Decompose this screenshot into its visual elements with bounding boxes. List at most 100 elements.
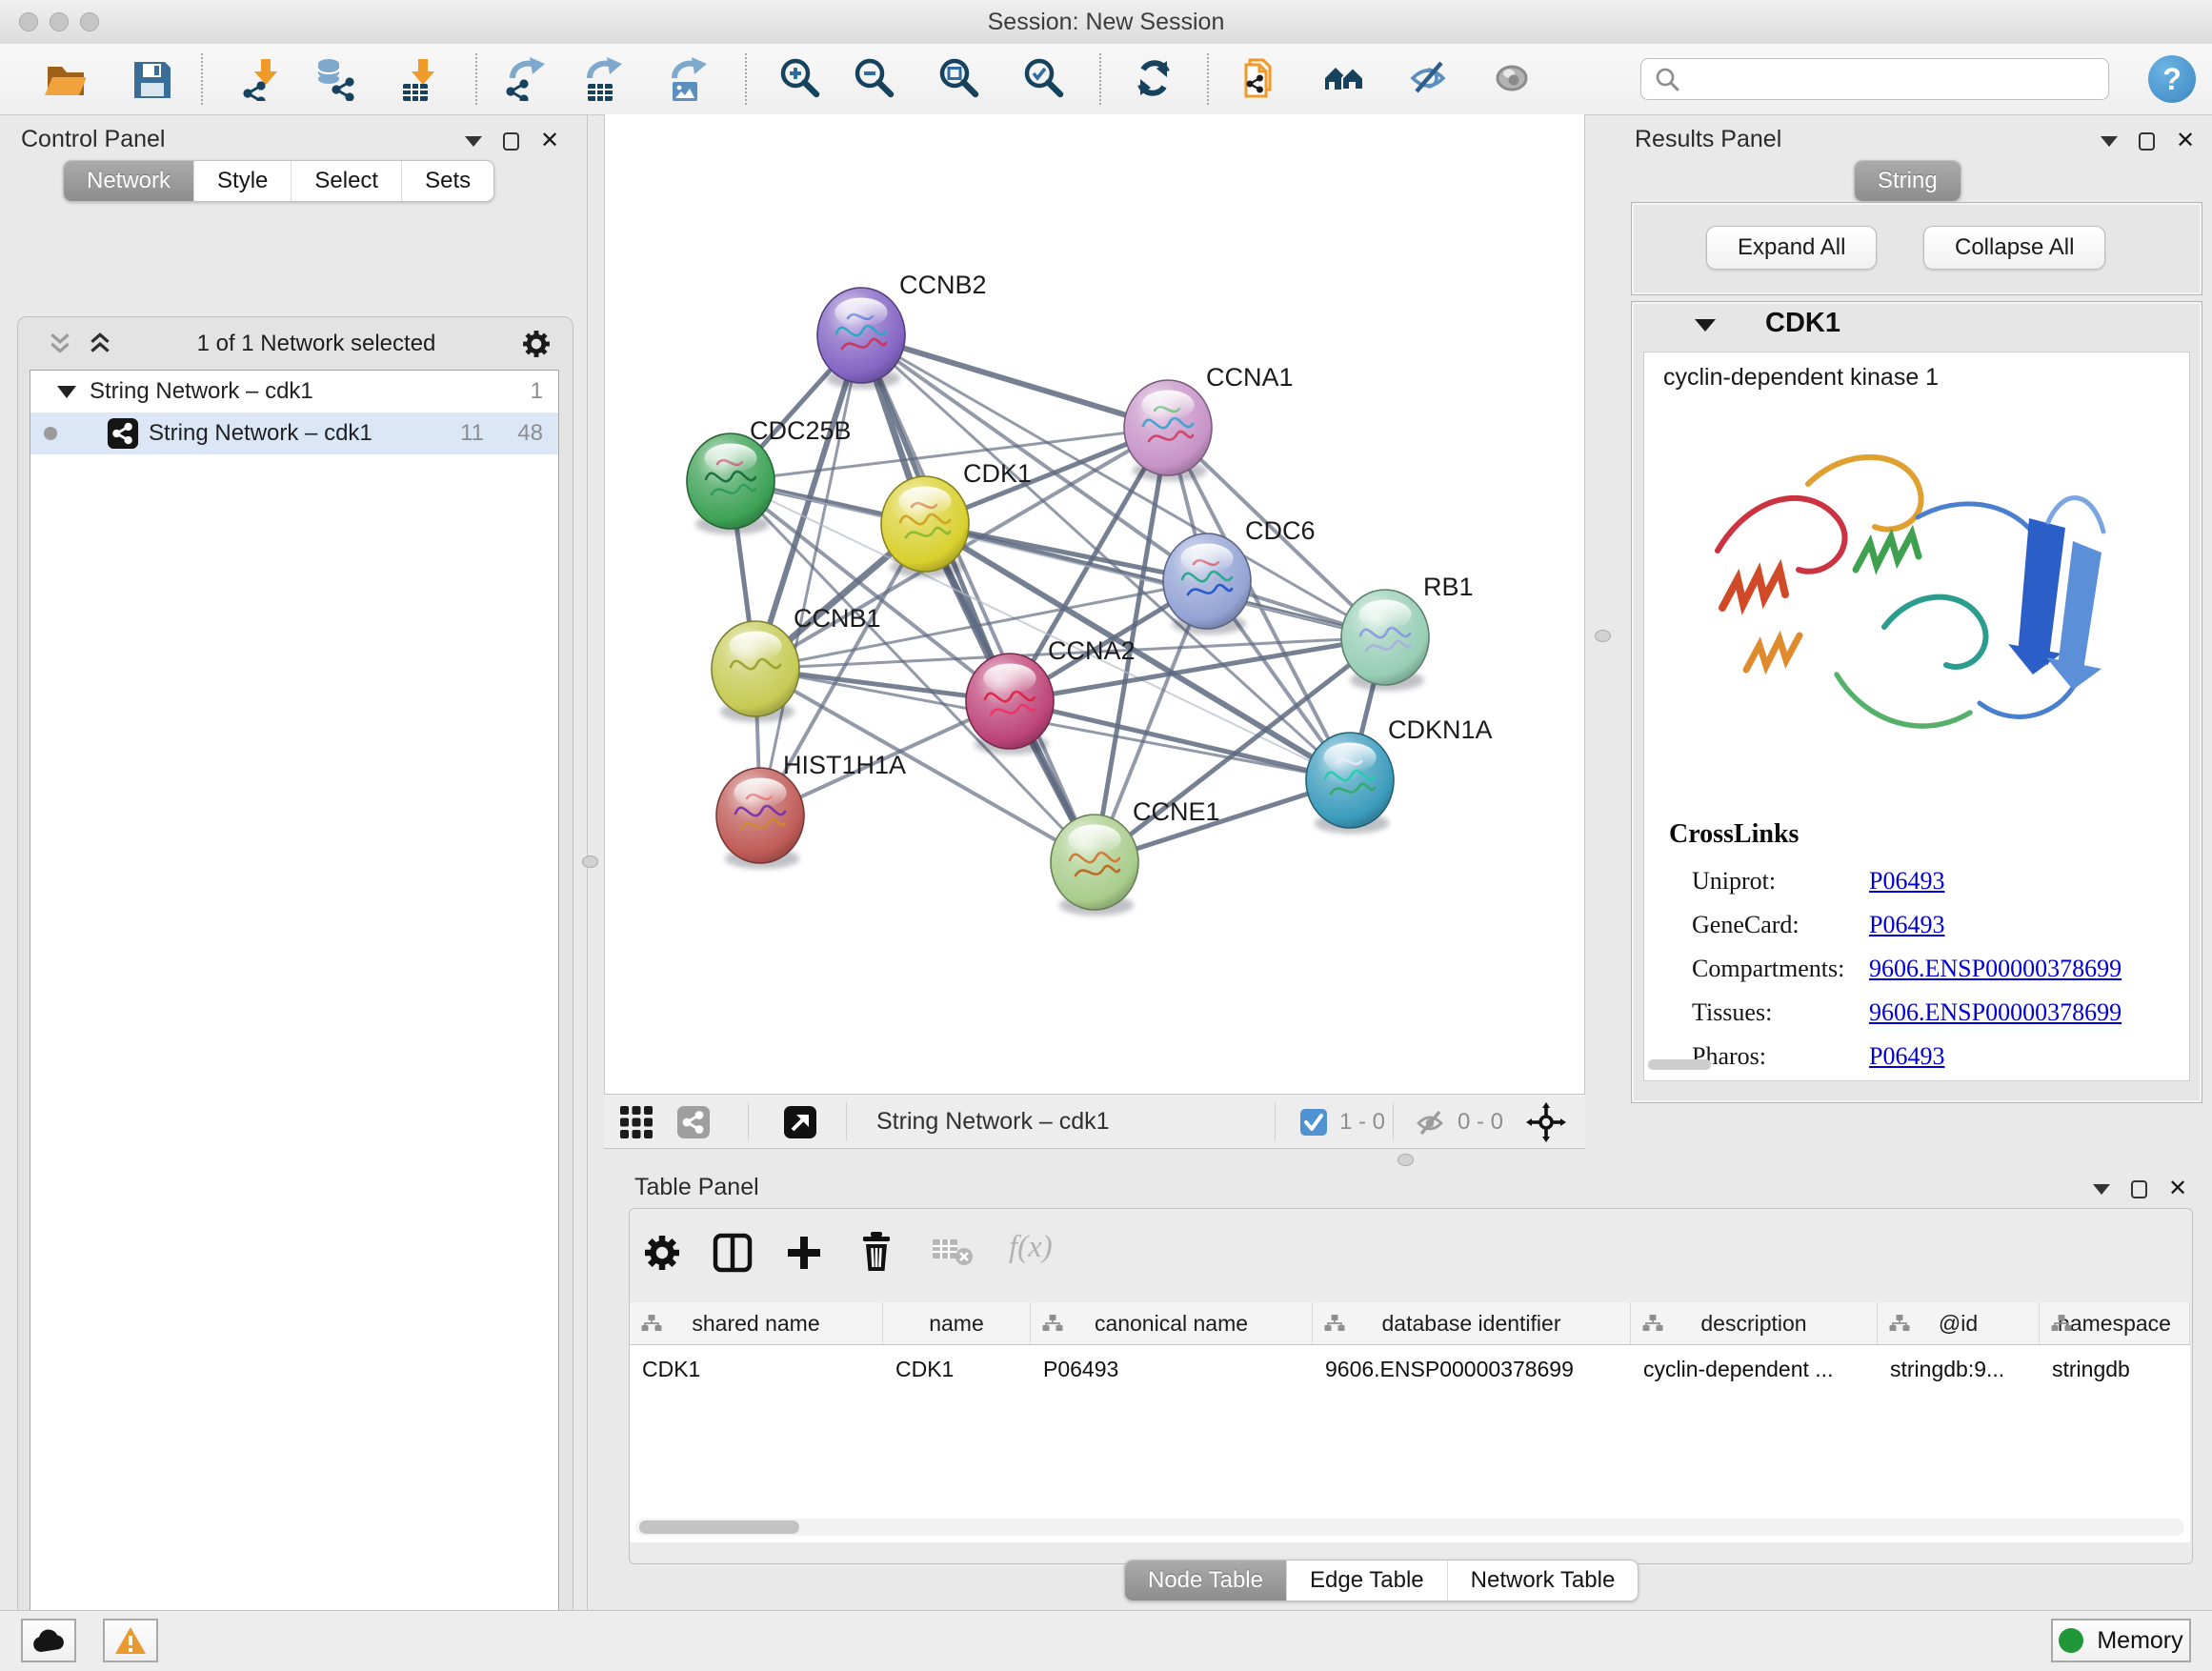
hide-panel-button[interactable]: [1404, 54, 1454, 104]
export-network-button[interactable]: [500, 54, 550, 104]
crosslink-link[interactable]: P06493: [1869, 867, 1944, 896]
float-panel-icon[interactable]: [465, 136, 482, 147]
table-cell[interactable]: stringdb: [2040, 1350, 2190, 1388]
collection-expand-icon[interactable]: [57, 386, 76, 398]
expand-all-networks-icon[interactable]: [87, 331, 113, 357]
export-image-button[interactable]: [662, 54, 712, 104]
column-header-id[interactable]: @id: [1878, 1302, 2040, 1344]
tab-sets[interactable]: Sets: [401, 161, 493, 201]
zoom-out-button[interactable]: [849, 54, 898, 104]
table-cell[interactable]: P06493: [1031, 1350, 1313, 1388]
zoom-fit-icon: [936, 57, 980, 101]
node-CDKN1A[interactable]: CDKN1A: [1306, 715, 1493, 834]
edge-CCNB2-CCNA1[interactable]: [861, 335, 1168, 428]
table-horizontal-scrollbar[interactable]: [635, 1519, 2184, 1536]
warnings-button[interactable]: [103, 1619, 158, 1662]
edge-CCNB2-CCNE1[interactable]: [861, 335, 1095, 862]
tab-network[interactable]: Network: [64, 161, 193, 201]
node-RB1[interactable]: RB1: [1341, 573, 1474, 691]
delete-table-icon-disabled: [933, 1236, 975, 1275]
crosslink-link[interactable]: 9606.ENSP00000378699: [1869, 998, 2122, 1027]
column-header-canonicalname[interactable]: canonical name: [1031, 1302, 1313, 1344]
column-header-databaseidentifier[interactable]: database identifier: [1313, 1302, 1631, 1344]
table-cell[interactable]: cyclin-dependent ...: [1631, 1350, 1878, 1388]
search-field[interactable]: [1640, 58, 2109, 100]
import-network-from-file-button[interactable]: [237, 54, 287, 104]
close-panel-icon[interactable]: ✕: [540, 130, 559, 152]
table-cell[interactable]: 9606.ENSP00000378699: [1313, 1350, 1631, 1388]
search-input[interactable]: [1689, 66, 2101, 93]
tab-select[interactable]: Select: [291, 161, 401, 201]
close-results-icon[interactable]: ✕: [2176, 130, 2195, 152]
export-table-button[interactable]: [577, 54, 627, 104]
collapse-all-button[interactable]: Collapse All: [1923, 226, 2105, 270]
collapse-all-networks-icon[interactable]: [47, 331, 73, 357]
scrollbar-thumb[interactable]: [639, 1520, 799, 1534]
pan-crosshair-icon[interactable]: [1526, 1102, 1566, 1147]
table-cell[interactable]: CDK1: [883, 1350, 1031, 1388]
tab-edge-table[interactable]: Edge Table: [1286, 1560, 1447, 1601]
table-options-gear-icon[interactable]: [641, 1232, 683, 1278]
tab-style[interactable]: Style: [193, 161, 291, 201]
save-session-button[interactable]: [127, 54, 176, 104]
maximize-results-icon[interactable]: [2139, 132, 2155, 151]
crosslink-link[interactable]: P06493: [1869, 1042, 1944, 1071]
show-panel-button[interactable]: [1488, 54, 1538, 104]
node-CDK1[interactable]: CDK1: [881, 459, 1032, 577]
create-column-icon[interactable]: [783, 1232, 825, 1278]
network-share-view-icon[interactable]: [676, 1105, 711, 1144]
memory-button[interactable]: Memory: [2051, 1619, 2191, 1662]
string-home-button[interactable]: [1320, 54, 1370, 104]
close-table-icon[interactable]: ✕: [2168, 1178, 2187, 1200]
column-header-name[interactable]: name: [883, 1302, 1031, 1344]
open-session-button[interactable]: [39, 54, 89, 104]
column-header-namespace[interactable]: namespace: [2040, 1302, 2190, 1344]
table-cell[interactable]: CDK1: [630, 1350, 883, 1388]
show-columns-icon[interactable]: [712, 1232, 754, 1278]
tab-string[interactable]: String: [1855, 161, 1961, 201]
crosslink-link[interactable]: 9606.ENSP00000378699: [1869, 955, 2122, 983]
edge-CCNA2-CDKN1A[interactable]: [1010, 701, 1350, 780]
string-network-graph[interactable]: CCNB2 CCNA1 CDC25B CDK1 CDC6 RB1 CCNB1 C…: [605, 114, 1584, 1094]
node-CCNE1[interactable]: CCNE1: [1051, 797, 1220, 916]
node-HIST1H1A[interactable]: HIST1H1A: [716, 751, 906, 869]
import-network-from-database-button[interactable]: [311, 54, 360, 104]
network-node-count: 11: [460, 420, 484, 447]
float-table-icon[interactable]: [2093, 1184, 2110, 1195]
tab-node-table[interactable]: Node Table: [1125, 1560, 1286, 1601]
column-header-description[interactable]: description: [1631, 1302, 1878, 1344]
results-scrollbar[interactable]: [1648, 1059, 1711, 1070]
left-splitter-handle[interactable]: [582, 856, 598, 868]
zoom-in-button[interactable]: [774, 54, 824, 104]
expand-all-button[interactable]: Expand All: [1706, 226, 1877, 270]
crosslinks-list: Uniprot: P06493GeneCard: P06493Compartme…: [1692, 859, 2178, 1078]
import-table-from-file-button[interactable]: [394, 54, 444, 104]
zoom-selected-button[interactable]: [1018, 54, 1068, 104]
column-header-sharedname[interactable]: shared name: [630, 1302, 883, 1344]
right-splitter-handle[interactable]: [1595, 630, 1611, 642]
float-results-icon[interactable]: [2101, 136, 2118, 147]
birdseye-view-icon[interactable]: [783, 1105, 817, 1144]
node-CDC25B[interactable]: CDC25B: [687, 416, 852, 534]
node-CCNA1[interactable]: CCNA1: [1124, 363, 1294, 481]
table-cell[interactable]: stringdb:9...: [1878, 1350, 2040, 1388]
network-canvas[interactable]: CCNB2 CCNA1 CDC25B CDK1 CDC6 RB1 CCNB1 C…: [604, 114, 1585, 1094]
network-collection-row[interactable]: String Network – cdk1 1: [30, 371, 558, 413]
string-import-button[interactable]: [1239, 54, 1289, 104]
checkbox-checked-icon[interactable]: [1299, 1108, 1328, 1137]
apply-layout-button[interactable]: [1130, 54, 1179, 104]
eye-hidden-icon[interactable]: [1414, 1107, 1446, 1137]
crosslink-link[interactable]: P06493: [1869, 911, 1944, 939]
gene-collapse-icon[interactable]: [1695, 319, 1716, 332]
maximize-table-icon[interactable]: [2131, 1180, 2147, 1198]
network-row[interactable]: String Network – cdk1 11 48: [30, 413, 558, 454]
cloud-status-button[interactable]: [21, 1619, 76, 1662]
maximize-panel-icon[interactable]: [503, 132, 519, 151]
tab-network-table[interactable]: Network Table: [1447, 1560, 1639, 1601]
help-button[interactable]: ?: [2148, 55, 2196, 103]
network-options-gear-icon[interactable]: [519, 327, 553, 361]
zoom-fit-content-button[interactable]: [934, 54, 983, 104]
grid-view-icon[interactable]: [619, 1105, 654, 1144]
edge-CCNB2-HIST1H1A[interactable]: [760, 335, 861, 815]
delete-column-trash-icon[interactable]: [855, 1230, 897, 1278]
